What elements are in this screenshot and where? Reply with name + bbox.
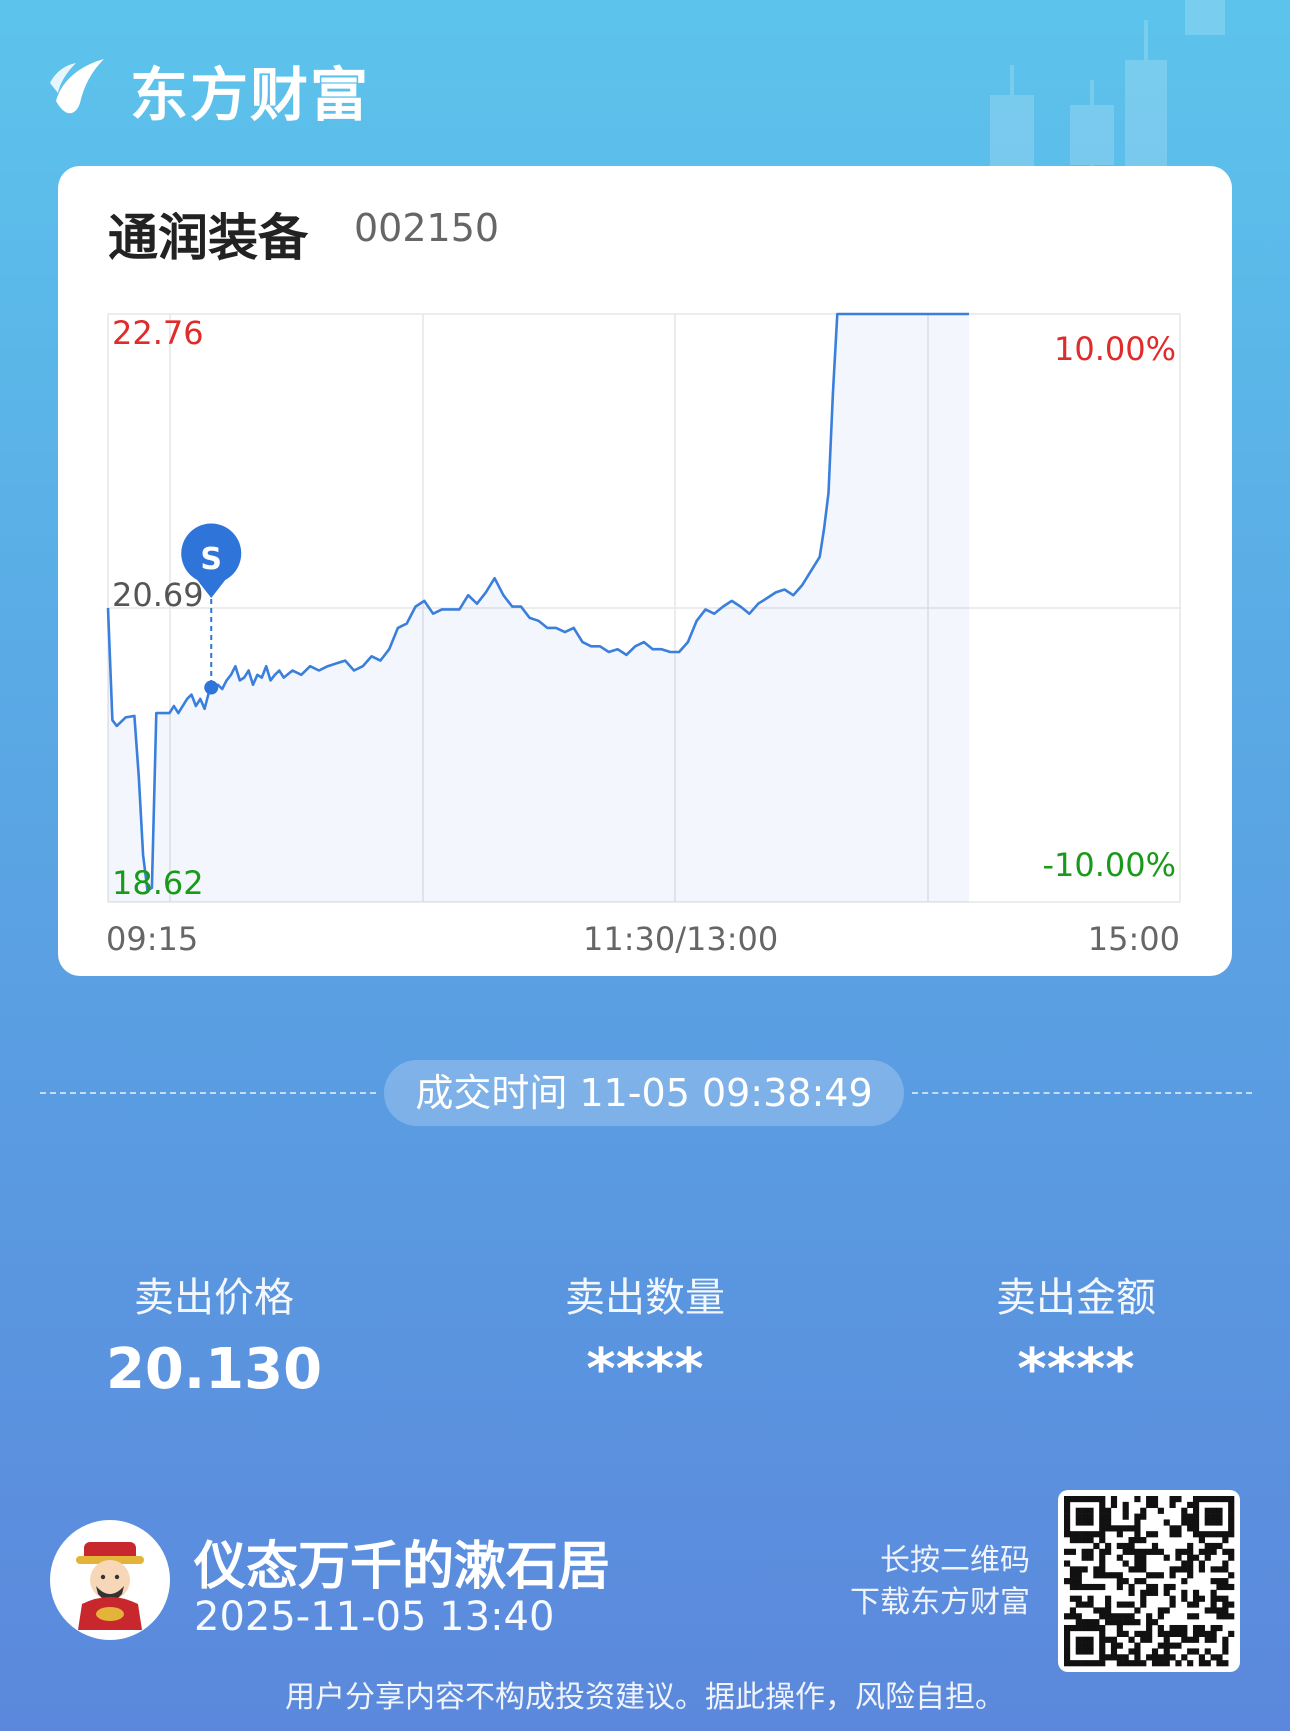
brand-name: 东方财富	[130, 61, 371, 129]
price-low-label: 18.62	[112, 864, 204, 902]
pct-low-label: -10.00%	[1042, 846, 1176, 884]
stat-sell-amount: 卖出金额 ****	[906, 1265, 1246, 1402]
x-axis-label-open: 09:15	[106, 920, 199, 958]
trade-time-badge: 成交时间 11-05 09:38:49	[384, 1060, 904, 1126]
share-timestamp: 2025-11-05 13:40	[194, 1594, 555, 1640]
divider-right	[912, 1092, 1252, 1094]
stat-label: 卖出数量	[565, 1275, 725, 1321]
brand: 东方财富	[48, 48, 370, 132]
disclaimer: 用户分享内容不构成投资建议。据此操作，风险自担。	[285, 1680, 1005, 1715]
divider-left	[40, 1092, 376, 1094]
stat-value: ****	[586, 1337, 704, 1402]
qr-tip: 长按二维码 下载东方财富	[820, 1540, 1030, 1624]
download-qr-code[interactable]	[1058, 1490, 1240, 1672]
x-axis-label-close: 15:00	[1087, 920, 1180, 958]
qr-tip-line1: 长按二维码	[880, 1543, 1030, 1578]
eastmoney-logo-icon	[50, 59, 104, 114]
stat-label: 卖出价格	[134, 1275, 294, 1321]
sell-marker-label: S	[200, 542, 222, 577]
trade-time-row: 成交时间 11-05 09:38:49	[0, 1060, 1290, 1126]
user-name: 仪态万千的漱石居	[194, 1537, 611, 1597]
x-axis-label-midday: 11:30/13:00	[583, 920, 779, 958]
qr-code-icon	[1064, 1496, 1235, 1667]
stat-value: ****	[1017, 1337, 1135, 1402]
price-high-label: 22.76	[112, 314, 204, 352]
pct-high-label: 10.00%	[1053, 330, 1176, 368]
god-of-wealth-avatar-icon	[76, 1542, 144, 1630]
stock-chart-card: 通润装备 002150 S 22.76 20.69 18.62 10.00% -…	[58, 166, 1232, 976]
price-mid-label: 20.69	[112, 576, 204, 614]
stat-label: 卖出金额	[996, 1275, 1156, 1321]
sell-marker-dot	[204, 680, 219, 695]
stat-sell-price: 卖出价格 20.130	[44, 1265, 384, 1402]
qr-tip-line2: 下载东方财富	[850, 1585, 1030, 1620]
stat-sell-quantity: 卖出数量 ****	[475, 1265, 815, 1402]
user-avatar[interactable]	[50, 1520, 170, 1640]
stat-value: 20.130	[105, 1337, 323, 1402]
